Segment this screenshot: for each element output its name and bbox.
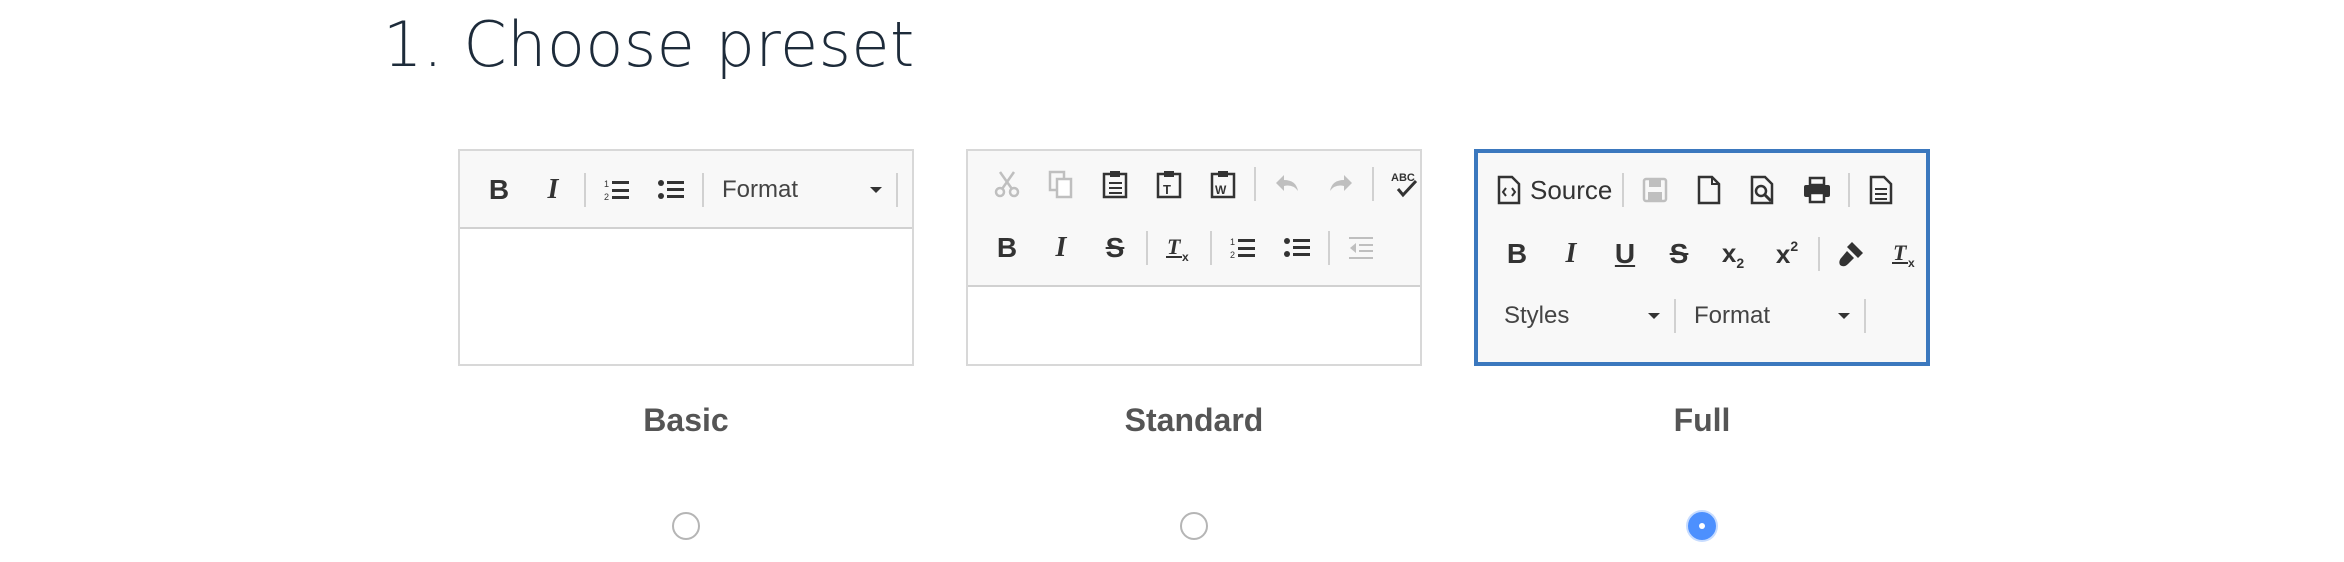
full-toolbar-row-2: B I U S x2 x2 Tx: [1490, 227, 1916, 281]
full-toolbar: Source B I U S x2 x2 T x Styles Format: [1478, 153, 1926, 362]
bold-button[interactable]: B: [980, 221, 1034, 275]
format-dropdown-label: Format: [722, 176, 799, 203]
print-icon[interactable]: [1790, 163, 1844, 217]
redo-icon[interactable]: [1314, 157, 1368, 211]
copy-formatting-icon[interactable]: [1824, 227, 1878, 281]
toolbar-separator: [1254, 167, 1256, 201]
source-button[interactable]: Source: [1490, 163, 1618, 217]
preset-full-preview[interactable]: Source B I U S x2 x2 T x Styles Format: [1474, 149, 1930, 366]
italic-button[interactable]: I: [1034, 221, 1088, 275]
source-icon: [1497, 175, 1521, 205]
copy-icon[interactable]: [1034, 157, 1088, 211]
toolbar-separator: [1818, 237, 1820, 271]
styles-dropdown[interactable]: Styles: [1490, 293, 1670, 339]
outdent-icon[interactable]: [1334, 221, 1388, 275]
source-button-label: Source: [1530, 174, 1613, 205]
strikethrough-button[interactable]: S: [1652, 227, 1706, 281]
paste-text-icon[interactable]: T: [1142, 157, 1196, 211]
svg-text:T: T: [1893, 240, 1908, 265]
remove-format-icon[interactable]: Tx: [1152, 221, 1206, 275]
toolbar-separator: [1848, 173, 1851, 207]
full-toolbar-row-3: Styles Format: [1490, 289, 1916, 343]
toolbar-separator: [896, 173, 898, 207]
paste-word-icon[interactable]: W: [1196, 157, 1250, 211]
superscript-icon[interactable]: x2: [1760, 227, 1814, 281]
svg-text:2: 2: [1230, 250, 1235, 260]
basic-toolbar: B I 12 Format: [460, 151, 912, 229]
numbered-list-icon[interactable]: 12: [1216, 221, 1270, 275]
remove-format-icon[interactable]: Tx: [1878, 227, 1932, 281]
bold-button[interactable]: B: [472, 163, 526, 217]
toolbar-separator: [1146, 231, 1148, 265]
cut-icon[interactable]: [980, 157, 1034, 211]
basic-toolbar-row: B I 12 Format: [472, 163, 902, 217]
svg-text:1: 1: [604, 179, 609, 189]
numbered-list-icon[interactable]: 12: [590, 163, 644, 217]
svg-text:ABC: ABC: [1391, 172, 1415, 184]
toolbar-separator: [1622, 173, 1625, 207]
svg-text:2: 2: [604, 192, 609, 202]
page-title: 1. Choose preset: [383, 8, 915, 81]
preset-standard-radio[interactable]: [1180, 512, 1208, 540]
preset-basic-radio[interactable]: [672, 512, 700, 540]
preset-full-radio[interactable]: [1688, 512, 1716, 540]
toolbar-separator: [1864, 299, 1866, 333]
full-toolbar-row-1: Source: [1490, 163, 1916, 217]
paste-icon[interactable]: [1088, 157, 1142, 211]
standard-toolbar-row-2: B I S Tx 12: [980, 221, 1410, 275]
styles-dropdown-label: Styles: [1504, 302, 1570, 329]
underline-button[interactable]: U: [1598, 227, 1652, 281]
svg-text:x: x: [1908, 256, 1915, 269]
chevron-down-icon: [870, 187, 882, 193]
bulleted-list-icon[interactable]: [1270, 221, 1324, 275]
preset-basic-label: Basic: [643, 402, 729, 438]
toolbar-separator: [1372, 167, 1374, 201]
toolbar-separator: [584, 173, 586, 207]
preset-full-label: Full: [1673, 402, 1731, 438]
svg-text:1: 1: [1230, 237, 1235, 247]
toolbar-separator: [1210, 231, 1212, 265]
spellcheck-icon[interactable]: ABC: [1378, 157, 1432, 211]
italic-button[interactable]: I: [526, 163, 580, 217]
svg-text:W: W: [1215, 183, 1227, 197]
standard-toolbar: T W ABC B I S Tx 1 2: [968, 151, 1420, 287]
chevron-down-icon: [1838, 313, 1850, 319]
standard-toolbar-row-1: T W ABC: [980, 157, 1418, 211]
templates-icon[interactable]: [1854, 163, 1908, 217]
format-dropdown[interactable]: Format: [708, 167, 892, 213]
format-dropdown-label: Format: [1694, 302, 1771, 329]
bold-button[interactable]: B: [1490, 227, 1544, 281]
undo-icon[interactable]: [1260, 157, 1314, 211]
format-dropdown[interactable]: Format: [1680, 293, 1860, 339]
chevron-down-icon: [1648, 313, 1660, 319]
toolbar-separator: [702, 173, 704, 207]
svg-text:T: T: [1167, 234, 1182, 259]
preview-icon[interactable]: [1736, 163, 1790, 217]
toolbar-separator: [1328, 231, 1330, 265]
bulleted-list-icon[interactable]: [644, 163, 698, 217]
preset-basic-preview[interactable]: B I 12 Format: [458, 149, 914, 366]
new-page-icon[interactable]: [1682, 163, 1736, 217]
svg-text:x: x: [1182, 250, 1189, 263]
subscript-icon[interactable]: x2: [1706, 227, 1760, 281]
preset-standard-preview[interactable]: T W ABC B I S Tx 1 2: [966, 149, 1422, 366]
preset-standard-label: Standard: [1124, 402, 1264, 438]
svg-text:T: T: [1163, 182, 1171, 197]
strikethrough-button[interactable]: S: [1088, 221, 1142, 275]
italic-button[interactable]: I: [1544, 227, 1598, 281]
save-icon[interactable]: [1628, 163, 1682, 217]
toolbar-separator: [1674, 299, 1676, 333]
